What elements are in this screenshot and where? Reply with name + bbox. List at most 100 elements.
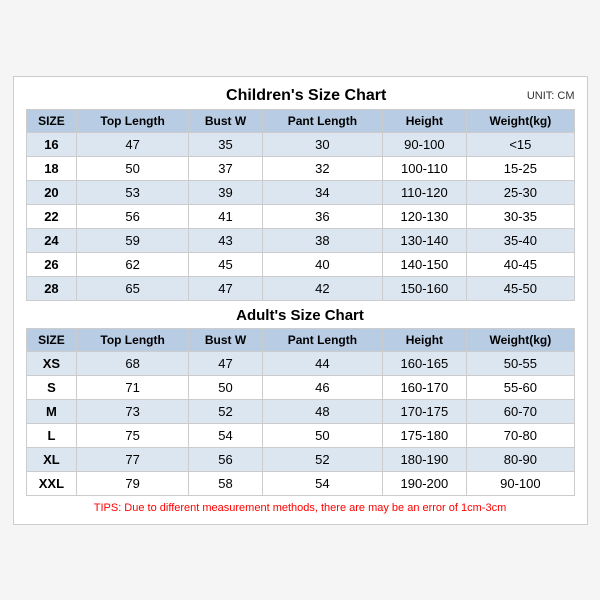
table-cell: 110-120 xyxy=(382,180,467,204)
table-cell: 38 xyxy=(263,228,382,252)
children-col-pant-length: Pant Length xyxy=(263,109,382,132)
table-cell: 77 xyxy=(77,447,189,471)
table-cell: 56 xyxy=(188,447,262,471)
table-cell: 44 xyxy=(263,351,382,375)
table-cell: 50-55 xyxy=(467,351,574,375)
adults-col-size: SIZE xyxy=(26,328,77,351)
table-cell: 47 xyxy=(188,351,262,375)
table-cell: 45-50 xyxy=(467,276,574,300)
table-cell: 130-140 xyxy=(382,228,467,252)
table-cell: 52 xyxy=(263,447,382,471)
children-table-header: SIZE Top Length Bust W Pant Length Heigh… xyxy=(26,109,574,132)
table-row: 26624540140-15040-45 xyxy=(26,252,574,276)
adults-title: Adult's Size Chart xyxy=(26,307,575,324)
adults-col-pant-length: Pant Length xyxy=(263,328,382,351)
table-cell: 58 xyxy=(188,471,262,495)
table-cell: XS xyxy=(26,351,77,375)
unit-label: UNIT: CM xyxy=(527,90,575,102)
table-cell: 100-110 xyxy=(382,156,467,180)
children-table: SIZE Top Length Bust W Pant Length Heigh… xyxy=(26,109,575,301)
chart-title: Children's Size Chart xyxy=(86,87,527,105)
table-cell: 43 xyxy=(188,228,262,252)
children-col-top-length: Top Length xyxy=(77,109,189,132)
table-cell: 40 xyxy=(263,252,382,276)
table-cell: 65 xyxy=(77,276,189,300)
table-cell: M xyxy=(26,399,77,423)
children-table-body: 1647353090-100<1518503732100-11015-25205… xyxy=(26,132,574,300)
table-row: 20533934110-12025-30 xyxy=(26,180,574,204)
adults-header-row: SIZE Top Length Bust W Pant Length Heigh… xyxy=(26,328,574,351)
table-cell: 25-30 xyxy=(467,180,574,204)
table-cell: 26 xyxy=(26,252,77,276)
table-cell: 18 xyxy=(26,156,77,180)
table-cell: 150-160 xyxy=(382,276,467,300)
children-col-size: SIZE xyxy=(26,109,77,132)
table-row: XS684744160-16550-55 xyxy=(26,351,574,375)
table-cell: L xyxy=(26,423,77,447)
table-cell: 75 xyxy=(77,423,189,447)
table-cell: 22 xyxy=(26,204,77,228)
table-cell: 70-80 xyxy=(467,423,574,447)
table-cell: 54 xyxy=(263,471,382,495)
adults-table-header: SIZE Top Length Bust W Pant Length Heigh… xyxy=(26,328,574,351)
table-cell: 79 xyxy=(77,471,189,495)
table-cell: 16 xyxy=(26,132,77,156)
table-cell: 160-165 xyxy=(382,351,467,375)
table-cell: 53 xyxy=(77,180,189,204)
table-cell: 46 xyxy=(263,375,382,399)
table-cell: 15-25 xyxy=(467,156,574,180)
table-cell: 90-100 xyxy=(382,132,467,156)
table-cell: 170-175 xyxy=(382,399,467,423)
table-cell: 80-90 xyxy=(467,447,574,471)
table-cell: 28 xyxy=(26,276,77,300)
adults-col-bust-w: Bust W xyxy=(188,328,262,351)
table-row: 28654742150-16045-50 xyxy=(26,276,574,300)
table-cell: 180-190 xyxy=(382,447,467,471)
table-cell: 52 xyxy=(188,399,262,423)
table-cell: 190-200 xyxy=(382,471,467,495)
table-cell: 73 xyxy=(77,399,189,423)
table-cell: 47 xyxy=(188,276,262,300)
table-cell: 35 xyxy=(188,132,262,156)
table-cell: 47 xyxy=(77,132,189,156)
table-cell: 60-70 xyxy=(467,399,574,423)
children-col-weight: Weight(kg) xyxy=(467,109,574,132)
table-cell: 175-180 xyxy=(382,423,467,447)
table-cell: 59 xyxy=(77,228,189,252)
table-row: XXL795854190-20090-100 xyxy=(26,471,574,495)
title-row: Children's Size Chart UNIT: CM xyxy=(26,87,575,105)
table-cell: 24 xyxy=(26,228,77,252)
table-cell: 120-130 xyxy=(382,204,467,228)
table-cell: 50 xyxy=(188,375,262,399)
table-row: 22564136120-13030-35 xyxy=(26,204,574,228)
table-cell: S xyxy=(26,375,77,399)
table-cell: 36 xyxy=(263,204,382,228)
table-cell: 34 xyxy=(263,180,382,204)
table-row: L755450175-18070-80 xyxy=(26,423,574,447)
table-row: M735248170-17560-70 xyxy=(26,399,574,423)
table-cell: 62 xyxy=(77,252,189,276)
table-cell: 50 xyxy=(77,156,189,180)
table-cell: 30 xyxy=(263,132,382,156)
adults-table-body: XS684744160-16550-55S715046160-17055-60M… xyxy=(26,351,574,495)
table-cell: 140-150 xyxy=(382,252,467,276)
table-cell: 160-170 xyxy=(382,375,467,399)
table-row: S715046160-17055-60 xyxy=(26,375,574,399)
table-cell: 55-60 xyxy=(467,375,574,399)
adults-table: SIZE Top Length Bust W Pant Length Heigh… xyxy=(26,328,575,496)
table-row: 18503732100-11015-25 xyxy=(26,156,574,180)
size-chart-container: Children's Size Chart UNIT: CM SIZE Top … xyxy=(13,76,588,525)
table-cell: XXL xyxy=(26,471,77,495)
table-cell: 71 xyxy=(77,375,189,399)
table-cell: 56 xyxy=(77,204,189,228)
table-cell: 20 xyxy=(26,180,77,204)
children-col-height: Height xyxy=(382,109,467,132)
children-header-row: SIZE Top Length Bust W Pant Length Heigh… xyxy=(26,109,574,132)
tips-text: TIPS: Due to different measurement metho… xyxy=(26,502,575,514)
table-cell: 90-100 xyxy=(467,471,574,495)
table-row: 1647353090-100<15 xyxy=(26,132,574,156)
table-cell: 39 xyxy=(188,180,262,204)
table-cell: 37 xyxy=(188,156,262,180)
table-cell: 42 xyxy=(263,276,382,300)
children-col-bust-w: Bust W xyxy=(188,109,262,132)
